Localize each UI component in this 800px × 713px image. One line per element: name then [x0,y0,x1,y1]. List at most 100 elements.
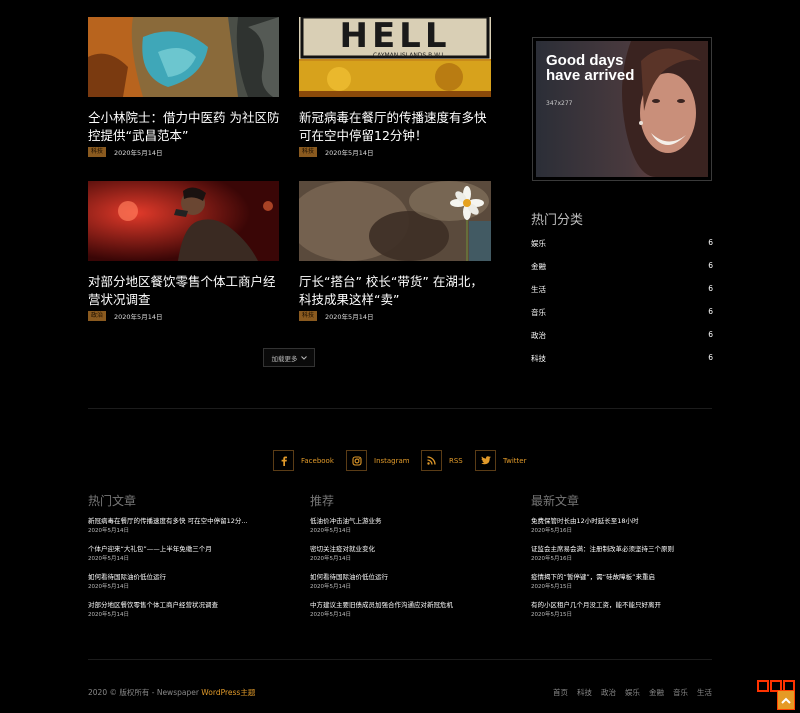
category-tag[interactable]: 政治 [88,311,107,321]
footer-post-title[interactable]: 低油价冲击油气上游业务 [310,517,490,526]
article-title[interactable]: 仝小林院士：借力中医药 为社区防控提供“武昌范本” [88,109,283,145]
category-tag[interactable]: 科技 [299,147,318,157]
article-thumbnail[interactable] [299,181,491,261]
category-name[interactable]: 科技 [531,353,546,364]
category-count: 6 [708,307,713,316]
footer-post-date: 2020年5月14日 [310,612,351,618]
article-date: 2020年5月14日 [114,149,163,157]
category-name[interactable]: 金融 [531,261,546,272]
social-link-rss[interactable]: RSS [421,450,463,471]
social-link-facebook[interactable]: Facebook [273,450,334,471]
footer-nav-item[interactable]: 生活 [697,687,712,698]
instagram-icon [346,450,367,471]
category-name[interactable]: 娱乐 [531,238,546,249]
footer-post-date: 2020年5月14日 [88,556,129,562]
category-name[interactable]: 政治 [531,330,546,341]
category-row[interactable]: 音乐 6 [531,307,713,318]
footer-post-date: 2020年5月14日 [88,528,129,534]
footer-nav-item[interactable]: 金融 [649,687,664,698]
theme-link[interactable]: WordPress主题 [201,688,255,697]
thumbnail-image [88,181,279,261]
footer-post[interactable]: 免费保管时长由12小时延长至18小时 2020年5月16日 [531,517,711,535]
thumbnail-image [299,181,491,261]
footer-column-title: 最新文章 [531,494,580,508]
social-label: Facebook [301,456,334,465]
category-row[interactable]: 科技 6 [531,353,713,364]
category-count: 6 [708,330,713,339]
article-meta: 科技 2020年5月14日 [299,311,373,321]
category-row[interactable]: 政治 6 [531,330,713,341]
category-row[interactable]: 娱乐 6 [531,238,713,249]
footer-post-title[interactable]: 证监会主席易会满：注册制改革必须坚持三个原则 [531,545,711,554]
footer-post-title[interactable]: 如何看待国际油价低位运行 [88,573,268,582]
category-count: 6 [708,284,713,293]
article-title[interactable]: 对部分地区餐饮零售个体工商户经营状况调查 [88,273,283,309]
footer-post-title[interactable]: 密切关注疫对就业变化 [310,545,490,554]
footer-post-date: 2020年5月14日 [88,584,129,590]
category-row[interactable]: 金融 6 [531,261,713,272]
footer-post[interactable]: 新冠病毒在餐厅的传播速度有多快 可在空中停留12分... 2020年5月14日 [88,517,268,535]
article-thumbnail[interactable] [88,181,279,261]
category-count: 6 [708,261,713,270]
category-row[interactable]: 生活 6 [531,284,713,295]
footer-post-title[interactable]: 如何看待国际油价低位运行 [310,573,490,582]
footer-post-title[interactable]: 免费保管时长由12小时延长至18小时 [531,517,711,526]
thumbnail-image [88,17,279,97]
chevron-up-icon [781,697,791,704]
article-date: 2020年5月14日 [325,313,374,321]
footer-post-title[interactable]: 疫情揭下的“暂停键”，需“硅故障板”来重启 [531,573,711,582]
footer-post[interactable]: 证监会主席易会满：注册制改革必须坚持三个原则 2020年5月16日 [531,545,711,563]
article-meta: 政治 2020年5月14日 [88,311,162,321]
sign-caption: CAYMAN ISLANDS B.W.I. [373,52,445,59]
article-date: 2020年5月14日 [325,149,374,157]
footer-post[interactable]: 对部分地区餐饮零售个体工商户经营状况调查 2020年5月14日 [88,601,268,619]
category-tag[interactable]: 科技 [88,147,107,157]
article-thumbnail[interactable]: HELL CAYMAN ISLANDS B.W.I. [299,17,491,97]
load-more-label: 加载更多 [271,354,298,363]
footer-post[interactable]: 个体户迎来“大礼包”——上半年免缴三个月 2020年5月14日 [88,545,268,563]
footer-post-date: 2020年5月16日 [531,528,572,534]
footer-post-date: 2020年5月14日 [310,584,351,590]
footer-post[interactable]: 低油价冲击油气上游业务 2020年5月14日 [310,517,490,535]
sidebar-title: 热门分类 [531,213,584,228]
category-name[interactable]: 生活 [531,284,546,295]
footer-post-date: 2020年5月15日 [531,612,572,618]
thumbnail-image: HELL CAYMAN ISLANDS B.W.I. [299,17,491,97]
category-name[interactable]: 音乐 [531,307,546,318]
footer-post[interactable]: 中方建议主要旧债成员加强合作沟通应对新冠危机 2020年5月14日 [310,601,490,619]
twitter-icon [475,450,496,471]
footer-post-title[interactable]: 对部分地区餐饮零售个体工商户经营状况调查 [88,601,268,610]
footer-nav-item[interactable]: 科技 [577,687,592,698]
back-to-top-button[interactable] [777,690,795,710]
facebook-icon [273,450,294,471]
footer-post-date: 2020年5月15日 [531,584,572,590]
article-title[interactable]: 新冠病毒在餐厅的传播速度有多快 可在空中停留12分钟！ [299,109,494,145]
footer-nav-item[interactable]: 政治 [601,687,616,698]
chevron-down-icon [300,355,307,360]
copyright-text: 2020 © 版权所有 - Newspaper [88,688,202,697]
category-tag[interactable]: 科技 [299,311,318,321]
footer-post[interactable]: 如何看待国际油价低位运行 2020年5月14日 [310,573,490,591]
ad-heading: Good days have arrived [546,52,635,84]
ad-banner[interactable]: Good days have arrived 347x277 [536,41,708,177]
footer-post-title[interactable]: 新冠病毒在餐厅的传播速度有多快 可在空中停留12分... [88,517,268,526]
footer-post-title[interactable]: 有的小区租户几个月没工资，能不能只好离开 [531,601,711,610]
load-more-button[interactable]: 加载更多 [263,348,315,367]
category-count: 6 [708,353,713,362]
footer-post[interactable]: 疫情揭下的“暂停键”，需“硅故障板”来重启 2020年5月15日 [531,573,711,591]
footer-post-date: 2020年5月14日 [310,556,351,562]
footer-post[interactable]: 密切关注疫对就业变化 2020年5月14日 [310,545,490,563]
footer-nav-item[interactable]: 娱乐 [625,687,640,698]
social-link-instagram[interactable]: Instagram [346,450,410,471]
footer-post[interactable]: 有的小区租户几个月没工资，能不能只好离开 2020年5月15日 [531,601,711,619]
footer-post[interactable]: 如何看待国际油价低位运行 2020年5月14日 [88,573,268,591]
footer-nav: 首页 科技 政治 娱乐 金融 音乐 生活 [553,687,712,698]
footer-nav-item[interactable]: 首页 [553,687,568,698]
social-link-twitter[interactable]: Twitter [475,450,526,471]
article-thumbnail[interactable] [88,17,279,97]
footer-nav-item[interactable]: 音乐 [673,687,688,698]
footer-column-title: 热门文章 [88,494,137,508]
footer-post-title[interactable]: 个体户迎来“大礼包”——上半年免缴三个月 [88,545,268,554]
article-title[interactable]: 厅长“搭台” 校长“带货” 在湖北，科技成果这样“卖” [299,273,494,309]
footer-post-title[interactable]: 中方建议主要旧债成员加强合作沟通应对新冠危机 [310,601,490,610]
